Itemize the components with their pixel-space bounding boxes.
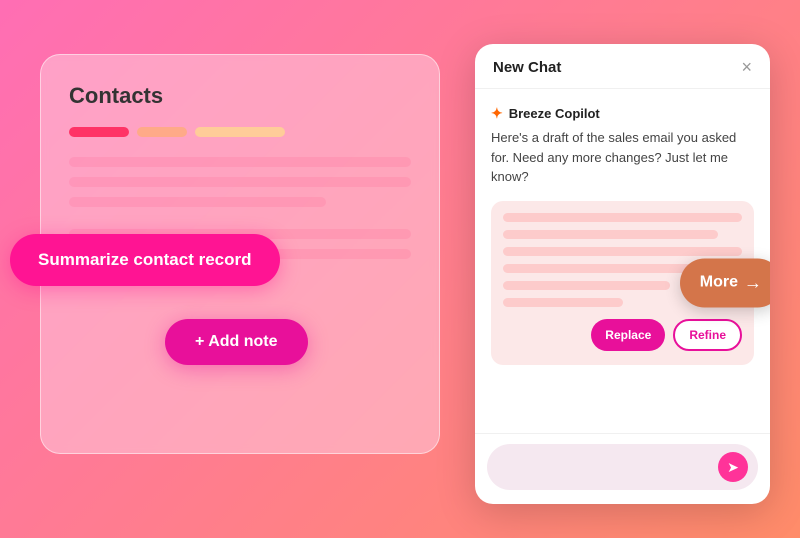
breeze-name: Breeze Copilot [509,106,600,121]
draft-line [503,213,742,222]
bar-orange-long [195,127,285,137]
breeze-icon: ✦ [491,105,503,122]
more-badge[interactable]: More → [680,258,770,307]
line [69,197,326,207]
line [69,177,411,187]
more-arrow-icon: → [744,272,762,293]
add-note-button[interactable]: + Add note [165,319,308,365]
line [69,157,411,167]
contacts-title: Contacts [69,83,411,109]
contacts-lines [69,157,411,207]
chat-body: ✦ Breeze Copilot Here's a draft of the s… [475,89,770,433]
send-icon: ➤ [727,459,739,476]
chat-panel: New Chat × ✦ Breeze Copilot Here's a dra… [475,44,770,504]
scene: Contacts Summarize contact record + Add … [20,24,780,514]
chat-input[interactable] [501,460,710,475]
send-button[interactable]: ➤ [718,452,748,482]
chat-input-area: ➤ [475,433,770,504]
contacts-bar-row [69,127,411,137]
summarize-contact-record-button[interactable]: Summarize contact record [10,234,280,286]
bar-orange-short [137,127,187,137]
close-button[interactable]: × [741,58,752,76]
refine-button[interactable]: Refine [673,319,742,351]
draft-line [503,264,694,273]
more-label: More [700,274,738,292]
replace-button[interactable]: Replace [591,319,665,351]
breeze-message: ✦ Breeze Copilot Here's a draft of the s… [491,105,754,187]
breeze-text: Here's a draft of the sales email you as… [491,128,754,187]
draft-actions: Replace Refine [503,319,742,351]
breeze-label: ✦ Breeze Copilot [491,105,754,122]
draft-line [503,298,623,307]
draft-line [503,247,742,256]
chat-input-wrapper: ➤ [487,444,758,490]
chat-title: New Chat [493,59,561,76]
draft-line [503,281,670,290]
chat-header: New Chat × [475,44,770,89]
draft-line [503,230,718,239]
bar-red [69,127,129,137]
draft-box: More → Replace Refine [491,201,754,365]
